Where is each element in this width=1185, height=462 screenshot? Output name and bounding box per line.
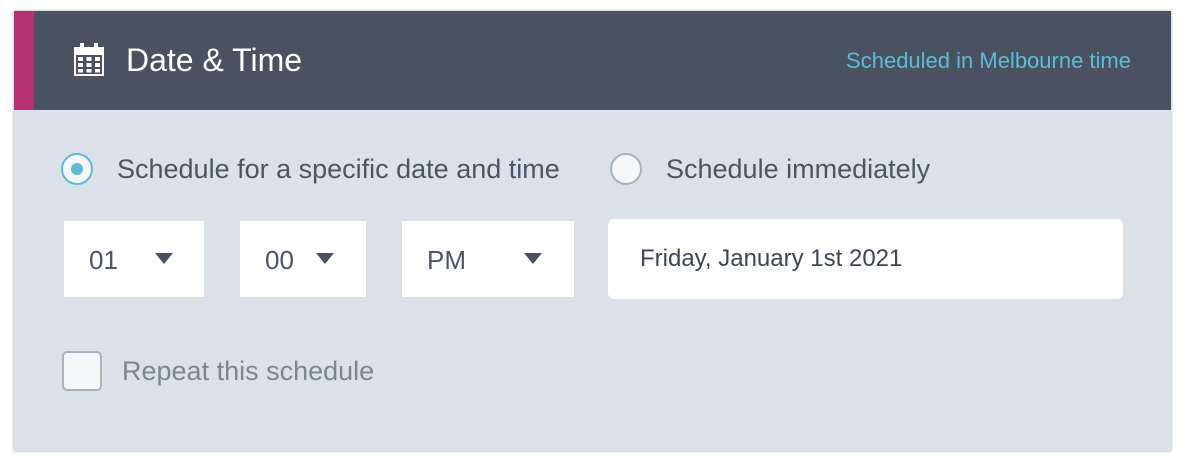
date-field[interactable] [608,219,1123,299]
radio-option-specific[interactable]: Schedule for a specific date and time [61,151,560,187]
radio-immediate-label: Schedule immediately [666,153,931,184]
timezone-note: Scheduled in Melbourne time [846,48,1131,73]
chevron-down-icon [524,253,542,264]
hour-value: 01 [89,245,118,275]
radio-specific-label: Schedule for a specific date and time [117,153,560,184]
calendar-icon [73,43,105,77]
panel-title: Date & Time [126,42,303,78]
repeat-checkbox-label: Repeat this schedule [122,356,375,386]
period-select[interactable]: PM [402,221,574,297]
radio-immediate[interactable] [610,153,642,185]
radio-specific-selected[interactable] [61,153,93,185]
radio-dot [71,163,83,175]
chevron-down-icon [155,253,173,264]
radio-option-immediate[interactable]: Schedule immediately [610,151,930,187]
accent-bar [14,11,34,110]
repeat-checkbox[interactable] [62,351,102,391]
minute-select[interactable]: 00 [240,221,366,297]
date-time-panel: Date & Time Scheduled in Melbourne time … [14,11,1171,451]
hour-select[interactable]: 01 [64,221,204,297]
minute-value: 00 [265,245,294,275]
period-value: PM [427,245,466,275]
chevron-down-icon [316,253,334,264]
panel-header: Date & Time Scheduled in Melbourne time [14,11,1171,110]
